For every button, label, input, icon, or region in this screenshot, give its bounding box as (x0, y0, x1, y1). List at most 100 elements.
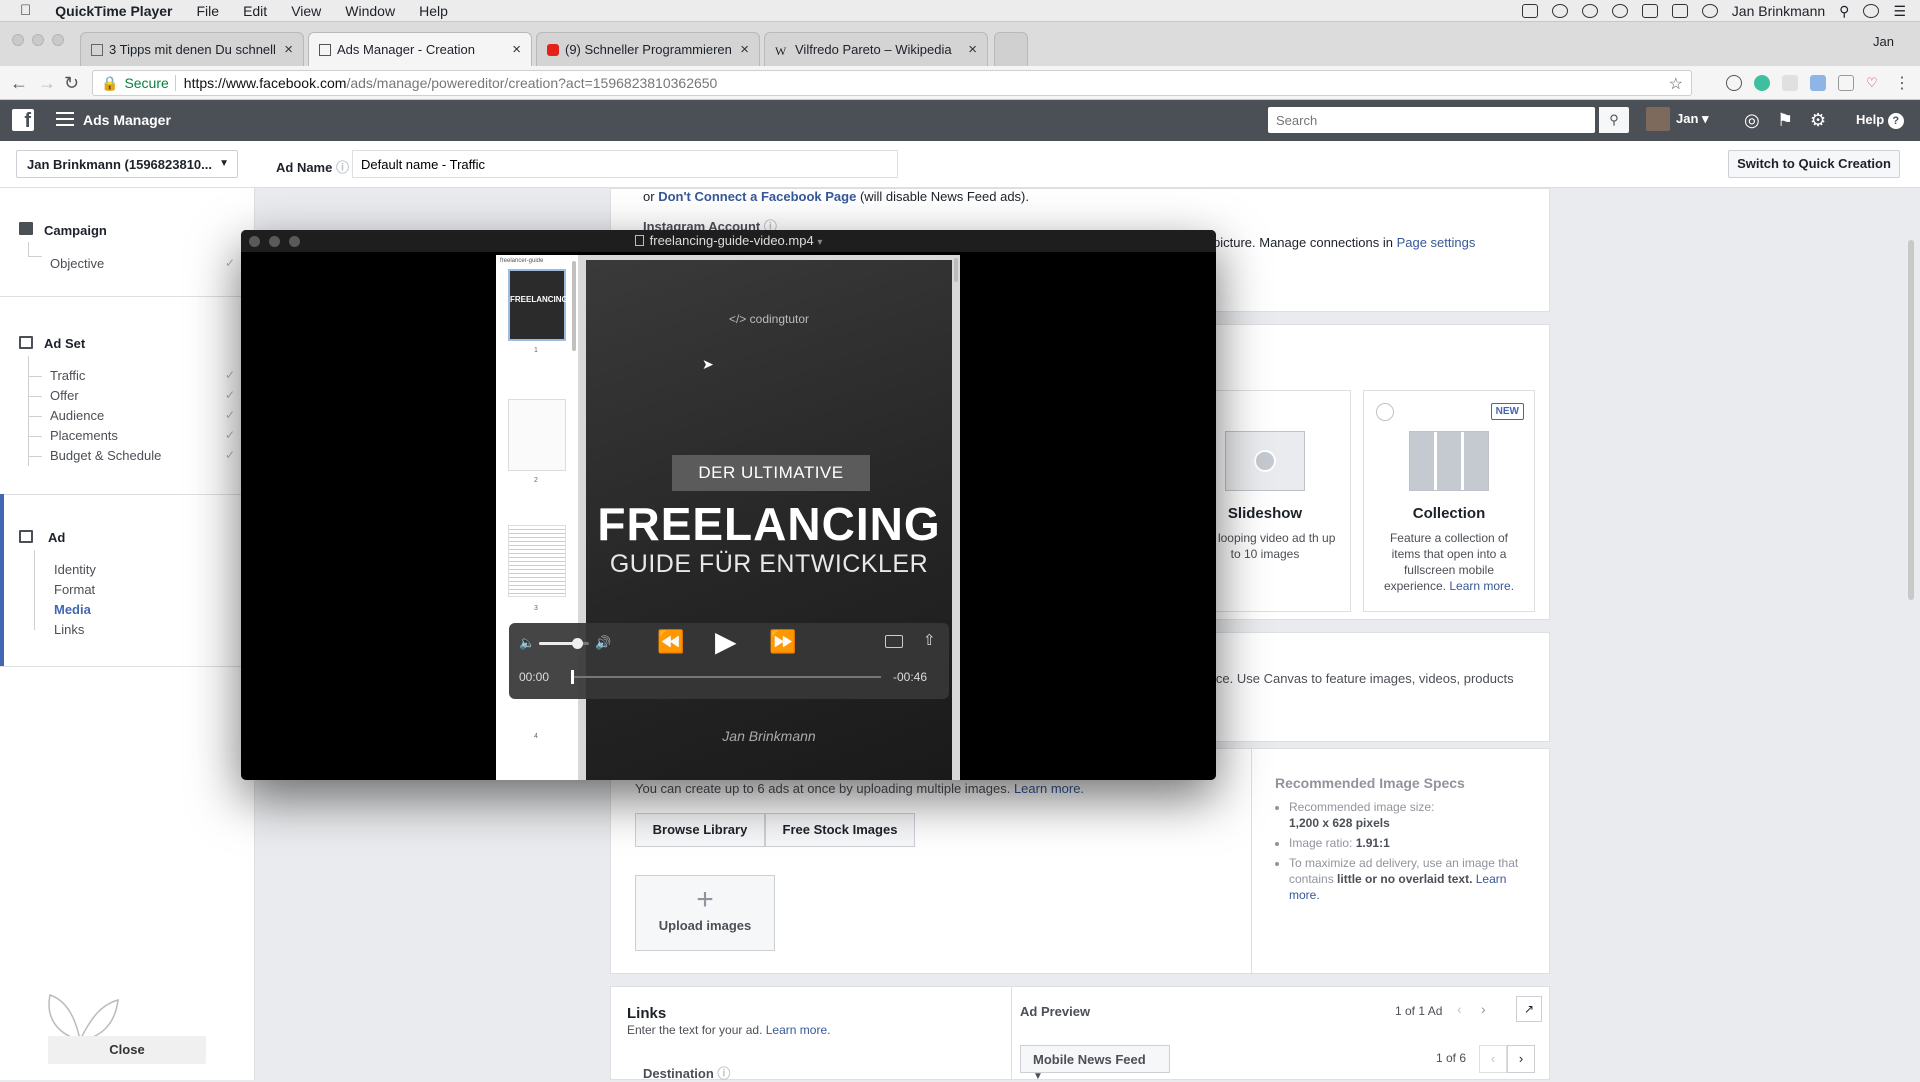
quicktime-titlebar[interactable]: freelancing-guide-video.mp4 ▾ (241, 230, 1216, 252)
pdf-page-thumbnail[interactable] (508, 525, 566, 597)
sidebar-item-media[interactable]: Media (54, 602, 91, 617)
next-page-button[interactable]: › (1507, 1045, 1535, 1073)
window-zoom-button[interactable] (52, 34, 64, 46)
upload-images-button[interactable]: + Upload images (635, 875, 775, 951)
reload-icon[interactable]: ↻ (64, 73, 79, 94)
menu-help[interactable]: Help (419, 3, 448, 19)
volume-slider[interactable] (539, 638, 589, 649)
tab-youtube[interactable]: (9) Schneller Programmieren i × (536, 32, 760, 66)
fast-forward-icon[interactable]: ⏩ (769, 629, 796, 655)
apple-menu-icon[interactable]:  (20, 2, 31, 19)
browse-library-button[interactable]: Browse Library (635, 813, 765, 847)
menu-edit[interactable]: Edit (243, 3, 267, 19)
switch-quick-creation-button[interactable]: Switch to Quick Creation (1728, 150, 1900, 178)
menu-view[interactable]: View (291, 3, 321, 19)
creative-cloud-icon[interactable] (1581, 4, 1598, 18)
learn-more-link[interactable]: Learn more. (1449, 579, 1514, 593)
spotlight-icon[interactable]: ⚲ (1839, 3, 1849, 20)
notifications-flag-icon[interactable]: ⚑ (1777, 110, 1793, 131)
sidebar-item-links[interactable]: Links (54, 622, 84, 637)
open-preview-icon[interactable]: ↗ (1516, 996, 1542, 1022)
chevron-right-icon[interactable]: › (1481, 1001, 1486, 1017)
learn-more-link[interactable]: Learn more. (766, 1023, 831, 1037)
qt-close-button[interactable] (249, 236, 260, 247)
close-button[interactable]: Close (48, 1036, 206, 1064)
dont-connect-link[interactable]: Don't Connect a Facebook Page (658, 189, 856, 204)
extension-screenshot-icon[interactable] (1810, 75, 1826, 91)
window-minimize-button[interactable] (32, 34, 44, 46)
sync-icon[interactable] (1551, 4, 1568, 18)
tab-ads-manager[interactable]: Ads Manager - Creation × (308, 32, 532, 66)
learn-more-link[interactable]: Learn more. (1014, 781, 1084, 796)
pdf-scrollbar[interactable] (954, 258, 958, 282)
volume-low-icon[interactable]: 🔈 (519, 635, 535, 651)
format-option-collection[interactable]: NEW Collection Feature a collection of i… (1363, 390, 1535, 612)
window-close-button[interactable] (12, 34, 24, 46)
radio-button[interactable] (1376, 403, 1394, 421)
notification-center-icon[interactable]: ☰ (1893, 3, 1906, 20)
sidebar-item-budget-schedule[interactable]: Budget & Schedule (50, 448, 161, 463)
page-settings-link[interactable]: Page settings (1397, 235, 1476, 250)
airplay-icon[interactable] (885, 635, 903, 648)
chrome-menu-icon[interactable]: ⋮ (1894, 73, 1910, 93)
sidebar-item-traffic[interactable]: Traffic (50, 368, 85, 383)
qt-zoom-button[interactable] (289, 236, 300, 247)
profile-name[interactable]: Jan (1873, 34, 1894, 49)
extension-grammarly-icon[interactable] (1754, 75, 1770, 91)
help-link[interactable]: Help ? (1856, 112, 1904, 129)
page-scrollbar[interactable] (1908, 240, 1914, 600)
menubar-user[interactable]: Jan Brinkmann (1732, 3, 1825, 19)
progress-bar[interactable] (571, 670, 881, 684)
tab-tipps[interactable]: 3 Tipps mit denen Du schnelle × (80, 32, 304, 66)
free-stock-images-button[interactable]: Free Stock Images (765, 813, 915, 847)
globe-icon[interactable]: ◎ (1744, 110, 1760, 131)
extension-layout-icon[interactable] (1838, 75, 1854, 91)
forward-icon[interactable]: → (38, 73, 56, 94)
prev-page-button[interactable]: ‹ (1479, 1045, 1507, 1073)
tab-close-icon[interactable]: × (968, 41, 977, 58)
sidebar-item-identity[interactable]: Identity (54, 562, 96, 577)
placement-dropdown[interactable]: Mobile News Feed ▼ (1020, 1045, 1170, 1082)
app-title[interactable]: Ads Manager (83, 112, 171, 128)
pdf-page-thumbnail[interactable]: FREELANCING (508, 269, 568, 341)
thumb-scrollbar[interactable] (572, 261, 576, 351)
qt-minimize-button[interactable] (269, 236, 280, 247)
account-selector[interactable]: Jan Brinkmann (1596823810... ▼ (16, 150, 238, 178)
search-icon[interactable]: ⚲ (1599, 107, 1629, 133)
tab-close-icon[interactable]: × (284, 41, 293, 58)
airplay-icon[interactable] (1671, 4, 1688, 18)
sidebar-section-ad[interactable]: Ad (48, 530, 65, 545)
user-menu[interactable]: Jan ▾ (1676, 111, 1709, 127)
back-icon[interactable]: ← (10, 73, 28, 94)
facebook-logo-icon[interactable]: f (12, 109, 34, 132)
new-tab-button[interactable] (994, 32, 1028, 66)
extension-cart-icon[interactable]: ♡ (1866, 75, 1882, 91)
password-manager-icon[interactable] (1611, 4, 1628, 18)
screen-record-icon[interactable] (1521, 4, 1538, 18)
bookmark-star-icon[interactable]: ☆ (1669, 74, 1683, 94)
tab-close-icon[interactable]: × (740, 41, 749, 58)
sidebar-section-adset[interactable]: Ad Set (44, 336, 85, 351)
fb-search-input[interactable] (1268, 107, 1595, 133)
sidebar-section-campaign[interactable]: Campaign (44, 223, 107, 238)
time-machine-icon[interactable] (1701, 4, 1718, 18)
menu-window[interactable]: Window (345, 3, 395, 19)
tab-close-icon[interactable]: × (512, 41, 521, 58)
sidebar-item-placements[interactable]: Placements (50, 428, 118, 443)
menu-file[interactable]: File (197, 3, 220, 19)
play-icon[interactable]: ▶ (715, 625, 737, 658)
extension-info-icon[interactable] (1726, 75, 1742, 91)
ad-name-input[interactable] (352, 150, 898, 178)
sidebar-item-objective[interactable]: Objective (50, 256, 104, 271)
gear-icon[interactable]: ⚙ (1810, 110, 1826, 131)
share-icon[interactable]: ⇧ (923, 631, 936, 649)
volume-high-icon[interactable]: 🔊 (595, 635, 611, 651)
sidebar-item-format[interactable]: Format (54, 582, 95, 597)
chevron-left-icon[interactable]: ‹ (1457, 1001, 1462, 1017)
avatar[interactable] (1646, 107, 1670, 131)
siri-icon[interactable] (1863, 4, 1880, 18)
hamburger-menu-icon[interactable] (56, 112, 74, 130)
sidebar-item-audience[interactable]: Audience (50, 408, 104, 423)
menu-app-name[interactable]: QuickTime Player (55, 3, 172, 19)
tab-wikipedia[interactable]: W Vilfredo Pareto – Wikipedia × (764, 32, 988, 66)
